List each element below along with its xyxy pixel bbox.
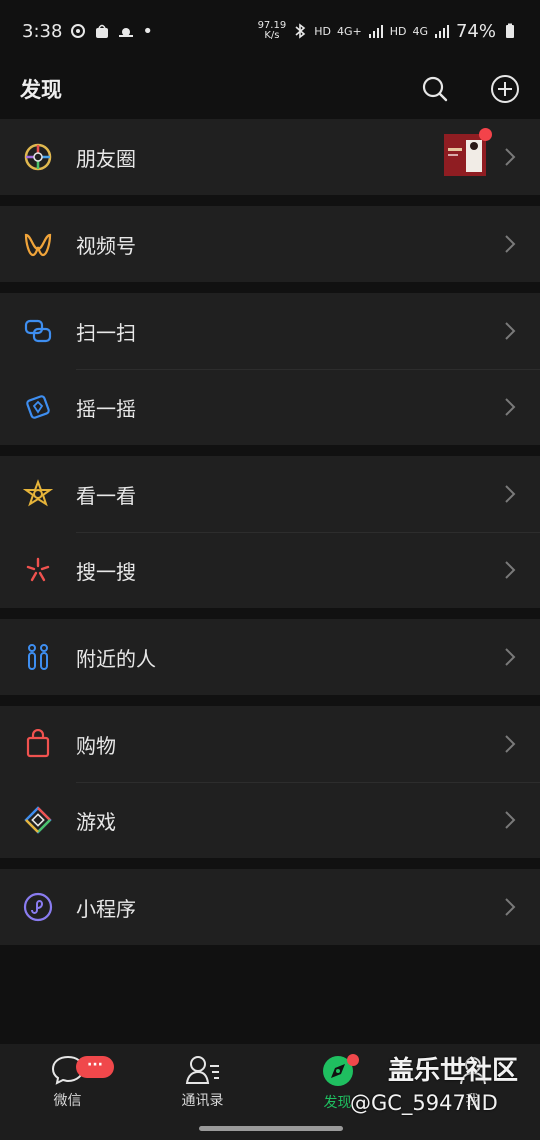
search-button[interactable] bbox=[420, 74, 450, 104]
row-search[interactable]: 搜一搜 bbox=[0, 532, 540, 608]
chevron-right-icon bbox=[504, 234, 518, 254]
tab-label: 微信 bbox=[53, 1093, 82, 1109]
group-moments: 朋友圈 bbox=[0, 119, 540, 195]
row-moments[interactable]: 朋友圈 bbox=[0, 119, 540, 195]
row-label: 小程序 bbox=[76, 896, 136, 921]
hd-label-1: HD bbox=[314, 24, 331, 38]
page-header: 发现 bbox=[0, 62, 540, 116]
scan-icon bbox=[22, 315, 54, 347]
chevron-right-icon bbox=[504, 734, 518, 754]
row-channels[interactable]: 视频号 bbox=[0, 206, 540, 282]
group-channels: 视频号 bbox=[0, 206, 540, 282]
network-type-1: 4G+ bbox=[336, 24, 362, 38]
row-top-stories[interactable]: 看一看 bbox=[0, 456, 540, 532]
discover-list: 朋友圈 视频号 扫一扫 摇一摇 看一看 搜一搜 附近的人 购物 游戏 小程序 bbox=[0, 119, 540, 956]
row-label: 购物 bbox=[76, 733, 116, 758]
search-star-icon bbox=[22, 554, 54, 586]
chevron-right-icon bbox=[504, 321, 518, 341]
tab-chats[interactable]: ··· 微信 bbox=[0, 1044, 135, 1140]
network-speed: 97.19 K/s bbox=[257, 20, 287, 41]
shopping-bag-icon bbox=[22, 728, 54, 760]
battery-icon bbox=[506, 23, 514, 38]
games-icon bbox=[22, 804, 54, 836]
unread-badge: ··· bbox=[76, 1056, 114, 1078]
moments-preview-image bbox=[444, 134, 486, 176]
clock: 3:38 bbox=[22, 20, 63, 42]
group-shop-games: 购物 游戏 bbox=[0, 706, 540, 858]
row-label: 搜一搜 bbox=[76, 559, 136, 584]
row-scan[interactable]: 扫一扫 bbox=[0, 293, 540, 369]
chevron-right-icon bbox=[504, 897, 518, 917]
tab-label: 发现 bbox=[323, 1095, 352, 1111]
group-stories-search: 看一看 搜一搜 bbox=[0, 456, 540, 608]
add-button[interactable] bbox=[490, 74, 520, 104]
group-mini-programs: 小程序 bbox=[0, 869, 540, 945]
battery-level: 74% bbox=[455, 20, 496, 42]
plus-circle-icon bbox=[491, 75, 519, 103]
people-nearby-icon bbox=[22, 641, 54, 673]
moments-icon bbox=[22, 141, 54, 173]
chevron-right-icon bbox=[504, 647, 518, 667]
bag-status-icon bbox=[96, 24, 109, 38]
signal-icon-2 bbox=[434, 25, 449, 38]
discover-new-dot bbox=[347, 1054, 359, 1066]
shake-icon bbox=[22, 391, 54, 423]
row-people-nearby[interactable]: 附近的人 bbox=[0, 619, 540, 695]
row-shake[interactable]: 摇一摇 bbox=[0, 369, 540, 445]
page-title: 发现 bbox=[20, 78, 62, 102]
row-mini-programs[interactable]: 小程序 bbox=[0, 869, 540, 945]
bluetooth-icon bbox=[295, 23, 306, 39]
tab-label: 通讯录 bbox=[181, 1093, 224, 1109]
chevron-right-icon bbox=[504, 147, 518, 167]
row-label: 游戏 bbox=[76, 809, 116, 834]
top-stories-icon bbox=[22, 478, 54, 510]
sync-icon bbox=[71, 24, 86, 38]
network-type-2: 4G bbox=[412, 24, 428, 38]
signal-icon-1 bbox=[368, 25, 383, 38]
search-icon bbox=[422, 76, 448, 102]
row-label: 摇一摇 bbox=[76, 396, 136, 421]
chevron-right-icon bbox=[504, 560, 518, 580]
moments-thumbnail bbox=[444, 128, 492, 180]
row-label: 朋友圈 bbox=[76, 146, 136, 171]
channels-icon bbox=[22, 228, 54, 260]
row-label: 视频号 bbox=[76, 233, 136, 258]
mini-programs-icon bbox=[22, 891, 54, 923]
row-label: 看一看 bbox=[76, 483, 136, 508]
watermark-handle: @GC_5947ND bbox=[350, 1091, 498, 1115]
new-post-dot bbox=[479, 128, 492, 141]
hd-label-2: HD bbox=[389, 24, 407, 38]
watermark-title: 盖乐世社区 bbox=[388, 1056, 519, 1086]
weather-icon bbox=[119, 28, 134, 37]
home-indicator[interactable] bbox=[199, 1126, 343, 1131]
chevron-right-icon bbox=[504, 397, 518, 417]
notification-dot-icon: • bbox=[142, 20, 154, 42]
row-label: 附近的人 bbox=[76, 646, 156, 671]
status-bar: 3:38 • 97.19 K/s HD 4G+ HD 4G 74% bbox=[0, 0, 540, 62]
contacts-icon bbox=[185, 1056, 219, 1084]
chevron-right-icon bbox=[504, 484, 518, 504]
row-label: 扫一扫 bbox=[76, 320, 136, 345]
group-scan-shake: 扫一扫 摇一摇 bbox=[0, 293, 540, 445]
row-shopping[interactable]: 购物 bbox=[0, 706, 540, 782]
row-games[interactable]: 游戏 bbox=[0, 782, 540, 858]
group-nearby: 附近的人 bbox=[0, 619, 540, 695]
chevron-right-icon bbox=[504, 810, 518, 830]
